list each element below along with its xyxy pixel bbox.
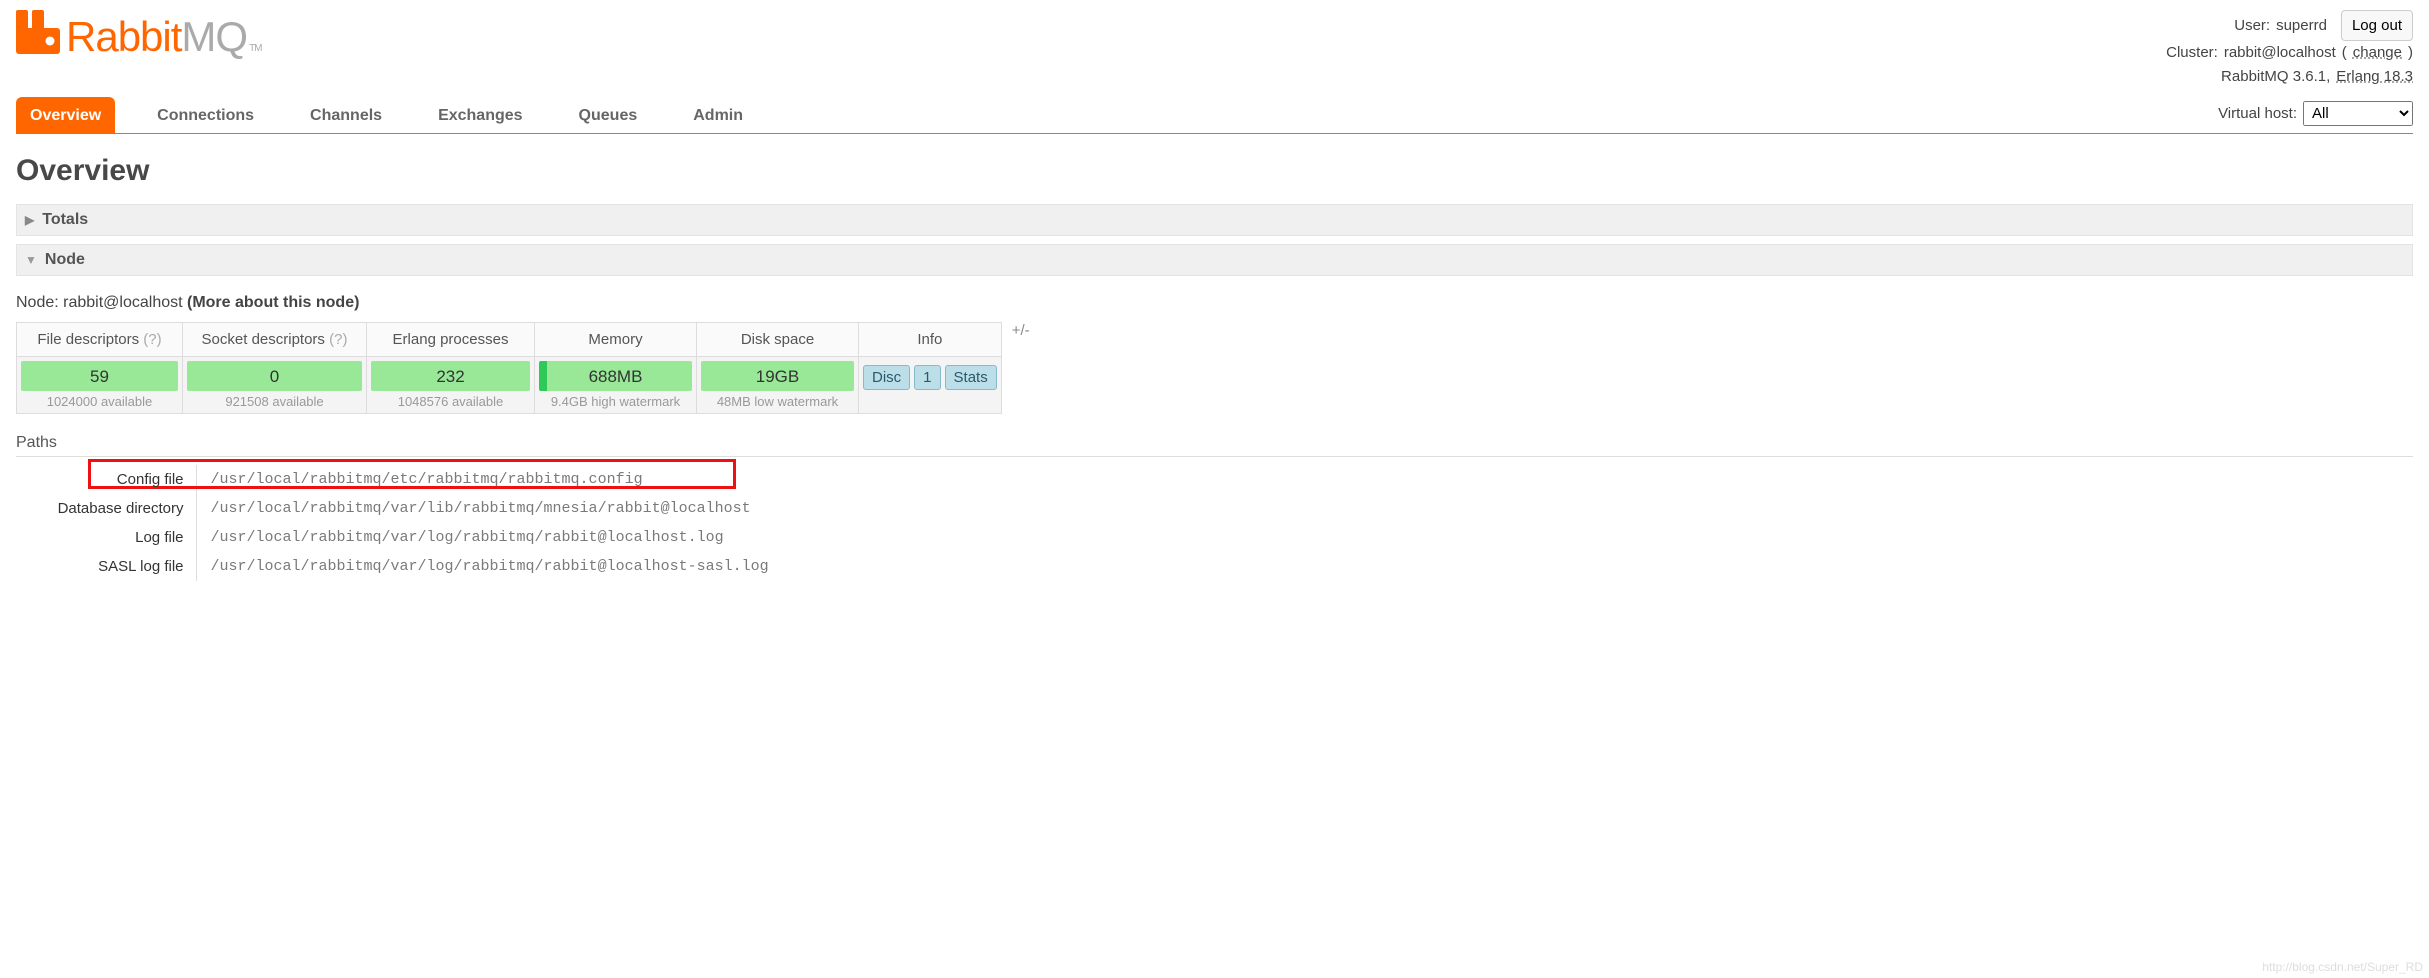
mem-sub: 9.4GB high watermark	[539, 391, 692, 409]
path-row-log: Log file /usr/local/rabbitmq/var/log/rab…	[16, 523, 781, 552]
help-icon[interactable]: (?)	[329, 331, 347, 348]
section-totals-toggle[interactable]: ▶ Totals	[16, 204, 2413, 236]
columns-toggle[interactable]: +/-	[1002, 322, 1030, 339]
disk-sub: 48MB low watermark	[701, 391, 854, 409]
vhost-label: Virtual host:	[2218, 105, 2297, 122]
more-about-node-link[interactable]: (More about this node)	[187, 294, 359, 311]
info-badge-stats: Stats	[945, 365, 997, 390]
path-value: /usr/local/rabbitmq/var/log/rabbitmq/rab…	[196, 523, 781, 552]
cluster-value: rabbit@localhost	[2224, 41, 2336, 65]
cluster-label: Cluster:	[2166, 41, 2218, 65]
path-key: SASL log file	[16, 552, 196, 581]
section-node-toggle[interactable]: ▼ Node	[16, 244, 2413, 276]
sd-value: 0	[187, 361, 362, 391]
col-disk-header: Disk space	[697, 323, 859, 357]
path-value: /usr/local/rabbitmq/var/lib/rabbitmq/mne…	[196, 494, 781, 523]
path-value: /usr/local/rabbitmq/var/log/rabbitmq/rab…	[196, 552, 781, 581]
vhost-select[interactable]: All	[2303, 101, 2413, 126]
col-ep-header: Erlang processes	[367, 323, 535, 357]
tab-exchanges[interactable]: Exchanges	[424, 97, 536, 133]
disk-value: 19GB	[701, 361, 854, 391]
path-row-db: Database directory /usr/local/rabbitmq/v…	[16, 494, 781, 523]
version-text: RabbitMQ 3.6.1,	[2221, 65, 2330, 89]
logo-tm: TM	[247, 43, 261, 64]
section-node-label: Node	[45, 251, 85, 269]
tab-overview[interactable]: Overview	[16, 97, 115, 133]
tab-queues[interactable]: Queues	[565, 97, 652, 133]
col-mem-header: Memory	[535, 323, 697, 357]
page-title: Overview	[16, 154, 2413, 188]
logo-text-rabbit: Rabbit	[66, 13, 181, 61]
caret-right-icon: ▶	[25, 213, 34, 227]
tab-admin[interactable]: Admin	[679, 97, 757, 133]
tab-connections[interactable]: Connections	[143, 97, 268, 133]
paths-heading: Paths	[16, 434, 2413, 452]
col-sd-header: Socket descriptors (?)	[183, 323, 367, 357]
col-info-header: Info	[859, 323, 1002, 357]
rabbitmq-logo-icon	[16, 10, 60, 64]
caret-down-icon: ▼	[25, 253, 37, 267]
node-stats-table: File descriptors (?) Socket descriptors …	[16, 322, 1002, 414]
section-totals-label: Totals	[42, 211, 88, 229]
help-icon[interactable]: (?)	[143, 331, 161, 348]
cluster-change-paren: (	[2342, 41, 2347, 65]
erlang-version-link[interactable]: Erlang 18.3	[2336, 65, 2413, 89]
path-row-sasl: SASL log file /usr/local/rabbitmq/var/lo…	[16, 552, 781, 581]
ep-value: 232	[371, 361, 530, 391]
col-fd-header: File descriptors (?)	[17, 323, 183, 357]
path-value: /usr/local/rabbitmq/etc/rabbitmq/rabbitm…	[196, 465, 781, 494]
watermark: http://blog.csdn.net/Super_RD	[2262, 960, 2423, 974]
paths-table: Config file /usr/local/rabbitmq/etc/rabb…	[16, 465, 781, 581]
mem-value: 688MB	[539, 361, 692, 391]
fd-sub: 1024000 available	[21, 391, 178, 409]
path-key: Config file	[16, 465, 196, 494]
path-row-config: Config file /usr/local/rabbitmq/etc/rabb…	[16, 465, 781, 494]
info-badge-disc: Disc	[863, 365, 910, 390]
logo-text-mq: MQ	[181, 13, 247, 61]
info-badge-1: 1	[914, 365, 940, 390]
fd-value: 59	[21, 361, 178, 391]
cluster-change-link[interactable]: change	[2353, 41, 2402, 65]
user-value: superrd	[2276, 14, 2327, 38]
node-heading: Node: rabbit@localhost (More about this …	[16, 294, 2413, 312]
sd-sub: 921508 available	[187, 391, 362, 409]
logout-button[interactable]: Log out	[2341, 10, 2413, 41]
path-key: Database directory	[16, 494, 196, 523]
logo: RabbitMQTM	[16, 10, 262, 64]
user-label: User:	[2234, 14, 2270, 38]
tab-channels[interactable]: Channels	[296, 97, 396, 133]
ep-sub: 1048576 available	[371, 391, 530, 409]
path-key: Log file	[16, 523, 196, 552]
